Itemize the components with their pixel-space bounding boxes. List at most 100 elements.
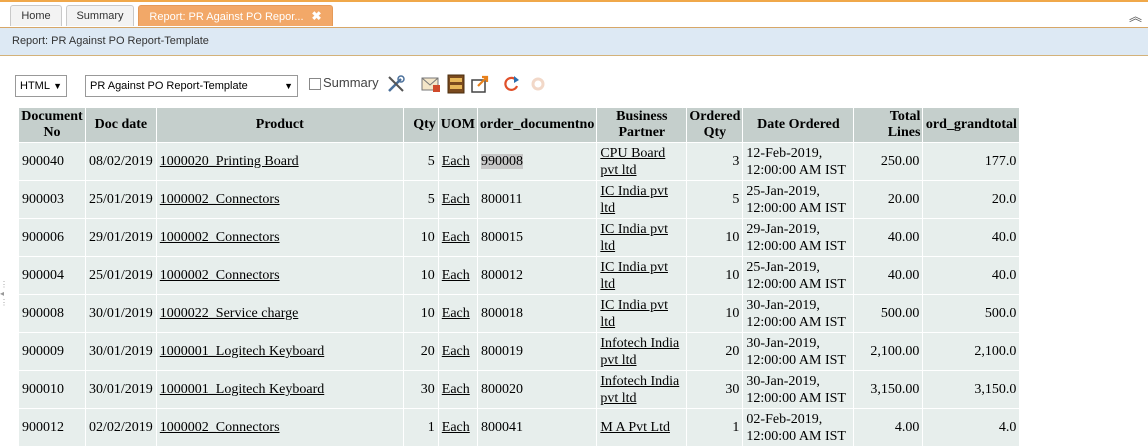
cell-uom[interactable]: Each: [437, 294, 479, 333]
cell-link[interactable]: Each: [442, 230, 470, 245]
cell-business-partner[interactable]: M A Pvt Ltd: [596, 408, 688, 447]
cell-business-partner[interactable]: CPU Board pvt ltd: [596, 142, 688, 181]
archive-icon[interactable]: [446, 74, 466, 94]
column-header[interactable]: Business Partner: [596, 107, 688, 143]
cell-business-partner[interactable]: IC India pvt ltd: [596, 256, 688, 295]
tab-summary[interactable]: Summary: [66, 5, 134, 26]
cell-product[interactable]: 1000020_Printing Board: [155, 142, 404, 181]
cell-link[interactable]: 1000001_Logitech Keyboard: [160, 344, 324, 359]
cell-total-lines: 40.00: [853, 218, 924, 257]
column-header[interactable]: Product: [155, 107, 404, 143]
cell-grandtotal: 20.0: [922, 180, 1021, 219]
cell-product[interactable]: 1000002_Connectors: [155, 218, 404, 257]
cell-link[interactable]: Infotech India pvt ltd: [600, 336, 679, 368]
cell-link[interactable]: Each: [442, 192, 470, 207]
table-header-row: Document No Doc date Product Qty UOM ord…: [18, 107, 1021, 143]
cell-uom[interactable]: Each: [437, 332, 479, 371]
export-icon[interactable]: [470, 74, 490, 94]
settings-icon[interactable]: [528, 74, 548, 94]
email-icon[interactable]: [421, 74, 441, 94]
cell-link[interactable]: 1000002_Connectors: [160, 192, 280, 207]
format-select[interactable]: HTML ▼: [15, 75, 67, 97]
cell-product[interactable]: 1000002_Connectors: [155, 180, 404, 219]
cell-link[interactable]: CPU Board pvt ltd: [600, 146, 665, 178]
cell-doc-date: 25/01/2019: [85, 180, 157, 219]
column-header[interactable]: Doc date: [85, 107, 157, 143]
cell-link[interactable]: IC India pvt ltd: [600, 298, 668, 330]
cell-product[interactable]: 1000001_Logitech Keyboard: [155, 370, 404, 409]
tools-icon[interactable]: [386, 74, 406, 94]
cell-total-lines: 20.00: [853, 180, 924, 219]
column-header[interactable]: Date Ordered: [742, 107, 855, 143]
cell-link[interactable]: Each: [442, 382, 470, 397]
cell-link[interactable]: IC India pvt ltd: [600, 222, 668, 254]
cell-link[interactable]: 1000002_Connectors: [160, 230, 280, 245]
table-row[interactable]: 900004 25/01/2019 1000002_Connectors 10 Each…: [18, 256, 1021, 295]
refresh-icon[interactable]: [501, 74, 521, 94]
cell-link[interactable]: Each: [442, 306, 470, 321]
column-header[interactable]: UOM: [437, 107, 479, 143]
cell-grandtotal: 4.0: [922, 408, 1021, 447]
table-row[interactable]: 900003 25/01/2019 1000002_Connectors 5 Each 8…: [18, 180, 1021, 219]
cell-doc-date: 30/01/2019: [85, 294, 157, 333]
cell-business-partner[interactable]: Infotech India pvt ltd: [596, 332, 688, 371]
cell-qty: 5: [402, 180, 439, 219]
column-header[interactable]: Qty: [402, 107, 439, 143]
close-icon[interactable]: ✖: [312, 9, 322, 23]
cell-link[interactable]: IC India pvt ltd: [600, 260, 668, 292]
cell-uom[interactable]: Each: [437, 180, 479, 219]
cell-uom[interactable]: Each: [437, 408, 479, 447]
column-header[interactable]: order_documentno: [476, 107, 598, 143]
resize-handle[interactable]: ⋮ ◂ ⋮: [0, 280, 8, 307]
cell-ordered-qty: 10: [686, 294, 744, 333]
column-header[interactable]: Document No: [18, 107, 86, 143]
cell-total-lines: 40.00: [853, 256, 924, 295]
cell-uom[interactable]: Each: [437, 218, 479, 257]
cell-uom[interactable]: Each: [437, 256, 479, 295]
cell-link[interactable]: 1000002_Connectors: [160, 268, 280, 283]
column-header[interactable]: Ordered Qty: [686, 107, 744, 143]
cell-link[interactable]: 1000022_Service charge: [160, 306, 299, 321]
cell-link[interactable]: Each: [442, 154, 470, 169]
cell-link[interactable]: 1000020_Printing Board: [160, 154, 299, 169]
cell-business-partner[interactable]: IC India pvt ltd: [596, 180, 688, 219]
cell-business-partner[interactable]: IC India pvt ltd: [596, 294, 688, 333]
table-row[interactable]: 900008 30/01/2019 1000022_Service charge 10…: [18, 294, 1021, 333]
cell-ordered-qty: 1: [686, 408, 744, 447]
cell-link[interactable]: Infotech India pvt ltd: [600, 374, 679, 406]
collapse-icon[interactable]: ︽: [1129, 6, 1142, 25]
summary-checkbox[interactable]: [309, 78, 321, 90]
cell-product[interactable]: 1000002_Connectors: [155, 408, 404, 447]
table-row[interactable]: 900012 02/02/2019 1000002_Connectors 1 Each 8…: [18, 408, 1021, 447]
cell-document-no: 900003: [18, 180, 86, 219]
cell-business-partner[interactable]: Infotech India pvt ltd: [596, 370, 688, 409]
cell-product[interactable]: 1000002_Connectors: [155, 256, 404, 295]
table-row[interactable]: 900009 30/01/2019 1000001_Logitech Keyboar…: [18, 332, 1021, 371]
cell-document-no: 900008: [18, 294, 86, 333]
cell-product[interactable]: 1000022_Service charge: [155, 294, 404, 333]
cell-link[interactable]: Each: [442, 268, 470, 283]
cell-uom[interactable]: Each: [437, 370, 479, 409]
summary-label: Summary: [323, 75, 379, 90]
cell-business-partner[interactable]: IC India pvt ltd: [596, 218, 688, 257]
table-row[interactable]: 900010 30/01/2019 1000001_Logitech Keyboar…: [18, 370, 1021, 409]
table-row[interactable]: 900040 08/02/2019 1000020_Printing Board 5 E…: [18, 142, 1021, 181]
tab-bar: Home Summary Report: PR Against PO Repor…: [0, 2, 1148, 28]
cell-link[interactable]: IC India pvt ltd: [600, 184, 668, 216]
cell-doc-date: 25/01/2019: [85, 256, 157, 295]
cell-uom[interactable]: Each: [437, 142, 479, 181]
cell-date-ordered: 29-Jan-2019, 12:00:00 AM IST: [742, 218, 855, 257]
table-row[interactable]: 900006 29/01/2019 1000002_Connectors 10 Each…: [18, 218, 1021, 257]
tab-home[interactable]: Home: [10, 5, 62, 26]
cell-link[interactable]: M A Pvt Ltd: [600, 420, 670, 435]
column-header[interactable]: ord_grandtotal: [922, 107, 1021, 143]
column-header[interactable]: Total Lines: [853, 107, 924, 143]
template-select[interactable]: PR Against PO Report-Template ▼: [85, 75, 298, 97]
cell-product[interactable]: 1000001_Logitech Keyboard: [155, 332, 404, 371]
cell-link[interactable]: 1000002_Connectors: [160, 420, 280, 435]
cell-link[interactable]: Each: [442, 344, 470, 359]
cell-order-documentno: 990008: [476, 142, 598, 181]
tab-report[interactable]: Report: PR Against PO Repor... ✖: [138, 5, 333, 26]
cell-link[interactable]: 1000001_Logitech Keyboard: [160, 382, 324, 397]
cell-link[interactable]: Each: [442, 420, 470, 435]
